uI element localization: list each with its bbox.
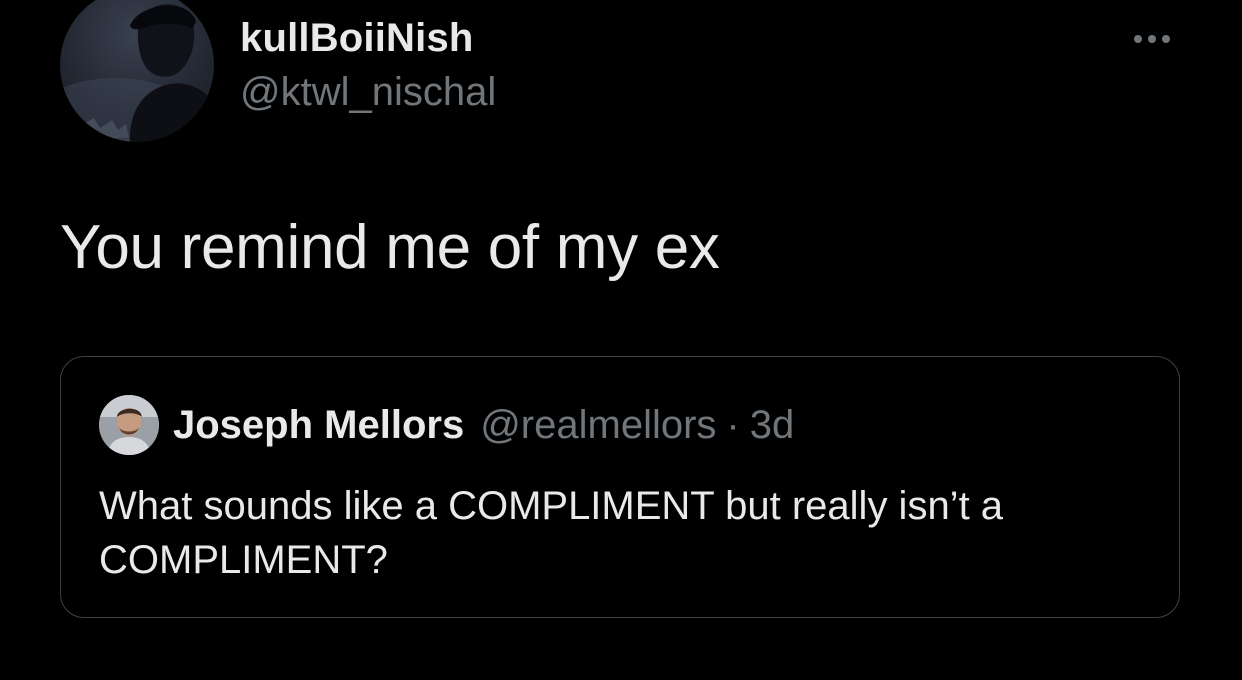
author-avatar[interactable] <box>60 0 214 142</box>
author-info: kullBoiiNish @ktwl_nischal <box>240 14 496 116</box>
tweet-header: kullBoiiNish @ktwl_nischal <box>60 0 1182 150</box>
quoted-tweet-card[interactable]: Joseph Mellors @realmellors · 3d What so… <box>60 356 1180 618</box>
quoted-author-display-name[interactable]: Joseph Mellors <box>173 403 464 448</box>
more-options-button[interactable] <box>1122 24 1182 54</box>
more-horizontal-icon <box>1148 35 1156 43</box>
author-display-name[interactable]: kullBoiiNish <box>240 14 496 62</box>
more-horizontal-icon <box>1162 35 1170 43</box>
quoted-tweet-time[interactable]: 3d <box>750 403 795 448</box>
author-handle[interactable]: @ktwl_nischal <box>240 68 496 116</box>
quoted-tweet-text: What sounds like a COMPLIMENT but really… <box>99 484 1004 582</box>
quoted-tweet-header: Joseph Mellors @realmellors · 3d <box>99 395 794 455</box>
quoted-author-avatar[interactable] <box>99 395 159 455</box>
quoted-author-handle[interactable]: @realmellors <box>480 403 716 448</box>
more-horizontal-icon <box>1134 35 1142 43</box>
user-photo-avatar-icon <box>99 395 159 455</box>
tweet-text: You remind me of my ex <box>60 213 720 282</box>
user-silhouette-avatar-icon <box>60 4 214 142</box>
quoted-tweet-separator: · <box>726 402 740 447</box>
